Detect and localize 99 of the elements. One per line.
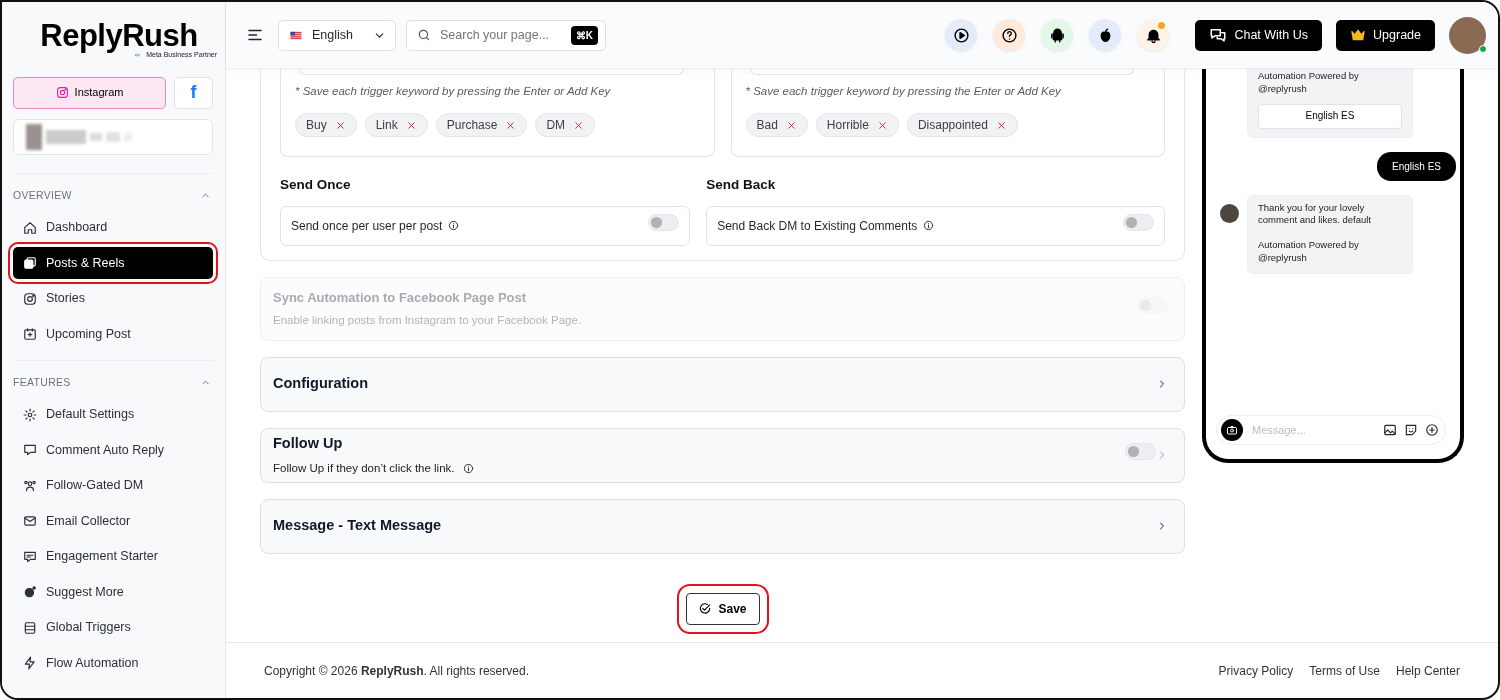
plus-circle-icon: [1425, 423, 1439, 437]
check-circle-icon: [698, 601, 713, 616]
search-icon: [417, 28, 431, 42]
sidebar-item[interactable]: Email Collector: [13, 505, 213, 537]
keyword-chip[interactable]: Purchase: [435, 113, 528, 138]
sync-title: Sync Automation to Facebook Page Post: [273, 288, 528, 307]
section-heading: OVERVIEW: [13, 187, 72, 203]
play-button[interactable]: [945, 19, 978, 51]
section-heading: FEATURES: [13, 374, 71, 390]
sidebar-item[interactable]: Dashboard: [13, 211, 213, 244]
footer-link[interactable]: Terms of Use: [1309, 661, 1380, 680]
play-icon: [952, 26, 970, 44]
flag-icon: [288, 29, 304, 41]
home-icon: [23, 220, 37, 235]
option-label: Send once per user per post: [291, 217, 443, 235]
collapsible-section[interactable]: Message - Text Message: [260, 498, 1185, 554]
camera-icon: [23, 291, 37, 306]
logo-wordmark: ReplyRush: [40, 20, 198, 51]
keyword-hint: * Save each trigger keyword by pressing the Enter or Add Key: [745, 84, 1062, 99]
collapsible-section[interactable]: Follow Up Follow Up if they don’t click the link.: [260, 427, 1185, 483]
info-icon: [462, 462, 474, 474]
copyright-text: Copyright © 2026 ReplyRush. All rights reserved.: [264, 662, 529, 680]
language-select[interactable]: English: [278, 19, 396, 51]
sidebar-item[interactable]: Follow-Gated DM: [13, 469, 213, 502]
image-icon: [1383, 423, 1397, 437]
list-icon: [23, 620, 37, 635]
comment-icon: [23, 443, 37, 457]
footer-link[interactable]: Privacy Policy: [1218, 661, 1294, 680]
instagram-tab[interactable]: Instagram: [13, 76, 167, 109]
remove-icon: [573, 119, 585, 131]
shortcut-badge: ⌘K: [570, 25, 598, 45]
section-subtitle: Follow Up if they don’t click the link.: [273, 460, 455, 476]
remove-icon: [995, 119, 1007, 131]
chat-button[interactable]: Chat With Us: [1195, 19, 1323, 51]
section-title: Follow Up: [273, 434, 344, 453]
search-input[interactable]: Search your page...: [438, 24, 564, 46]
sidebar-item[interactable]: Stories: [13, 282, 213, 315]
collapsible-section[interactable]: Configuration: [260, 356, 1185, 412]
blurred-account-selector[interactable]: [13, 118, 213, 155]
section-title: Message - Text Message: [273, 516, 443, 536]
keyword-chip[interactable]: Disappointed: [906, 113, 1018, 138]
message-text: Automation Powered by @replyrush: [1258, 70, 1360, 96]
reply-option-button[interactable]: English ES: [1258, 103, 1402, 129]
remove-icon: [505, 119, 517, 131]
upgrade-button[interactable]: Upgrade: [1336, 19, 1435, 51]
toggle-switch[interactable]: [1125, 443, 1156, 460]
message-text: Automation Powered by @replyrush: [1258, 239, 1360, 265]
message-input[interactable]: Message...: [1250, 420, 1376, 440]
info-icon: [923, 220, 935, 231]
keyword-chip[interactable]: Buy: [295, 113, 357, 138]
keyword-chip[interactable]: DM: [535, 113, 596, 138]
sidebar-item[interactable]: Upcoming Post: [13, 318, 213, 350]
chat-bubbles-icon: [1209, 26, 1228, 44]
keyword-hint: * Save each trigger keyword by pressing the Enter or Add Key: [295, 84, 612, 99]
remove-icon: [876, 119, 888, 131]
user-avatar[interactable]: [1449, 16, 1486, 54]
sidebar-item[interactable]: Comment Auto Reply: [13, 434, 213, 466]
mail-icon: [23, 514, 37, 528]
crown-icon: [1350, 27, 1367, 43]
camera-button[interactable]: [1221, 419, 1243, 441]
sidebar-item[interactable]: Engagement Starter: [13, 540, 213, 573]
sync-description: Enable linking posts from Instagram to your Facebook Page.: [273, 313, 583, 329]
option-title: Send Back: [706, 176, 777, 195]
remove-icon: [405, 119, 417, 131]
sent-message: English ES: [1377, 151, 1456, 181]
search-field[interactable]: Search your page... ⌘K: [406, 19, 606, 51]
sidebar-item[interactable]: Default Settings: [13, 398, 213, 431]
message-text: Thank you for your lovely comment and likes. default: [1258, 201, 1372, 228]
facebook-tab[interactable]: f: [174, 76, 213, 109]
camera-icon: [1226, 424, 1238, 436]
toggle-switch[interactable]: [648, 213, 680, 231]
android-icon: [1048, 26, 1066, 44]
sidebar-item[interactable]: Suggest More: [13, 576, 213, 608]
help-icon: [1000, 26, 1018, 44]
infinity-icon: [133, 52, 143, 59]
lightning-icon: [23, 656, 37, 670]
sidebar-item[interactable]: Global Triggers: [13, 611, 213, 644]
footer-link[interactable]: Help Center: [1395, 661, 1460, 680]
sidebar-item[interactable]: Flow Automation: [13, 647, 213, 679]
keyword-chip[interactable]: Link: [364, 113, 428, 138]
toggle-switch[interactable]: [1123, 213, 1154, 231]
apple-button[interactable]: [1089, 19, 1122, 51]
option-title: Send Once: [280, 176, 352, 195]
keyword-chip[interactable]: Horrible: [815, 113, 899, 138]
help-button[interactable]: [993, 19, 1026, 51]
section-title: Configuration: [273, 374, 370, 394]
android-button[interactable]: [1041, 19, 1074, 51]
bell-button[interactable]: [1137, 19, 1170, 51]
info-icon: [448, 220, 460, 231]
option-label: Send Back DM to Existing Comments: [717, 217, 918, 235]
people-icon: [23, 478, 37, 493]
calendar-icon: [23, 327, 37, 341]
message-icon: [23, 549, 37, 564]
remove-icon: [785, 119, 797, 131]
images-icon: [23, 256, 37, 270]
keyword-chip[interactable]: Bad: [745, 113, 808, 138]
instagram-icon: [55, 86, 69, 99]
remove-icon: [334, 119, 346, 131]
sticker-icon: [1404, 423, 1418, 437]
